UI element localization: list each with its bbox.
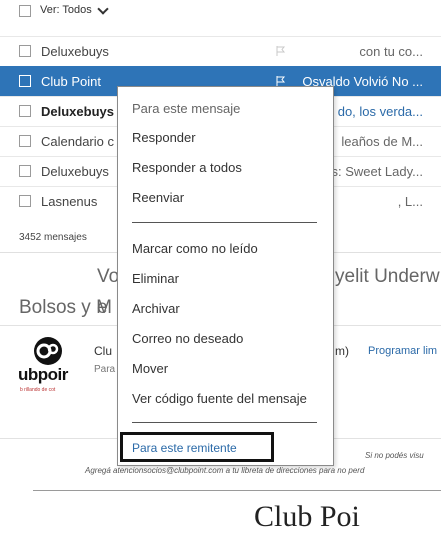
flag-icon[interactable] <box>276 46 286 56</box>
message-subject: leaños de M... <box>341 134 423 149</box>
add-contact-notice: Agregá atencionsocios@clubpoint.com a tu… <box>85 466 365 475</box>
list-toolbar: Ver: Todos <box>0 0 441 26</box>
menu-item-junk[interactable]: Correo no deseado <box>132 331 243 346</box>
sender-logo: ubpoir b rillando de cot <box>18 335 88 395</box>
view-filter-label: Ver: Todos <box>40 4 92 16</box>
row-checkbox[interactable] <box>19 195 31 207</box>
flag-icon[interactable] <box>276 76 286 86</box>
message-subject: do, los verda... <box>337 104 423 119</box>
menu-item-reply[interactable]: Responder <box>132 130 196 145</box>
menu-item-reply-all[interactable]: Responder a todos <box>132 160 242 175</box>
menu-item-move[interactable]: Mover <box>132 361 168 376</box>
message-sender: Calendario c <box>41 134 114 149</box>
preview-to-label: Para <box>94 364 116 375</box>
logo-text: ubpoir <box>18 365 68 384</box>
message-count: 3452 mensajes <box>19 232 87 243</box>
row-checkbox[interactable] <box>19 105 31 117</box>
menu-item-archive[interactable]: Archivar <box>132 301 180 316</box>
preview-sender-email-end: m) <box>335 344 349 358</box>
message-subject: s: Sweet Lady... <box>331 164 423 179</box>
context-menu: Para este mensaje Responder Responder a … <box>117 86 334 466</box>
menu-header-this-message: Para este mensaje <box>132 101 241 116</box>
schedule-cleanup-link[interactable]: Programar lim <box>368 345 437 357</box>
menu-item-view-source[interactable]: Ver código fuente del mensaje <box>132 391 307 406</box>
preview-sender: Clu <box>94 344 113 358</box>
message-sender: Club Point <box>41 74 101 89</box>
select-all-checkbox[interactable] <box>19 5 31 17</box>
chevron-down-icon <box>97 2 109 15</box>
menu-item-mark-unread[interactable]: Marcar como no leído <box>132 241 258 256</box>
preview-divider-3 <box>33 490 441 491</box>
menu-separator <box>132 422 317 423</box>
logo-tagline: b rillando de cot <box>20 387 56 393</box>
preview-title-right: yelit Underw <box>335 266 440 287</box>
message-subject: con tu co... <box>359 44 423 59</box>
menu-item-forward[interactable]: Reenviar <box>132 190 184 205</box>
preview-subtitle-right: e <box>97 297 108 318</box>
annotation-highlight-box <box>120 432 274 462</box>
brand-heading: Club Poi <box>254 500 360 533</box>
row-checkbox[interactable] <box>19 75 31 87</box>
preview-title-left: Vo <box>97 266 120 287</box>
row-checkbox[interactable] <box>19 165 31 177</box>
message-subject: , L... <box>397 194 423 209</box>
view-filter-dropdown[interactable]: Ver: Todos <box>40 2 109 16</box>
message-row[interactable]: Deluxebuys con tu co... <box>0 36 441 66</box>
row-checkbox[interactable] <box>19 135 31 147</box>
view-online-notice: Si no podés visu <box>365 451 424 460</box>
menu-item-delete[interactable]: Eliminar <box>132 271 179 286</box>
message-sender: Deluxebuys <box>41 44 109 59</box>
row-checkbox[interactable] <box>19 45 31 57</box>
message-sender: Deluxebuys <box>41 164 109 179</box>
message-sender: Lasnenus <box>41 194 98 209</box>
message-sender: Deluxebuys <box>41 104 114 119</box>
menu-separator <box>132 222 317 223</box>
